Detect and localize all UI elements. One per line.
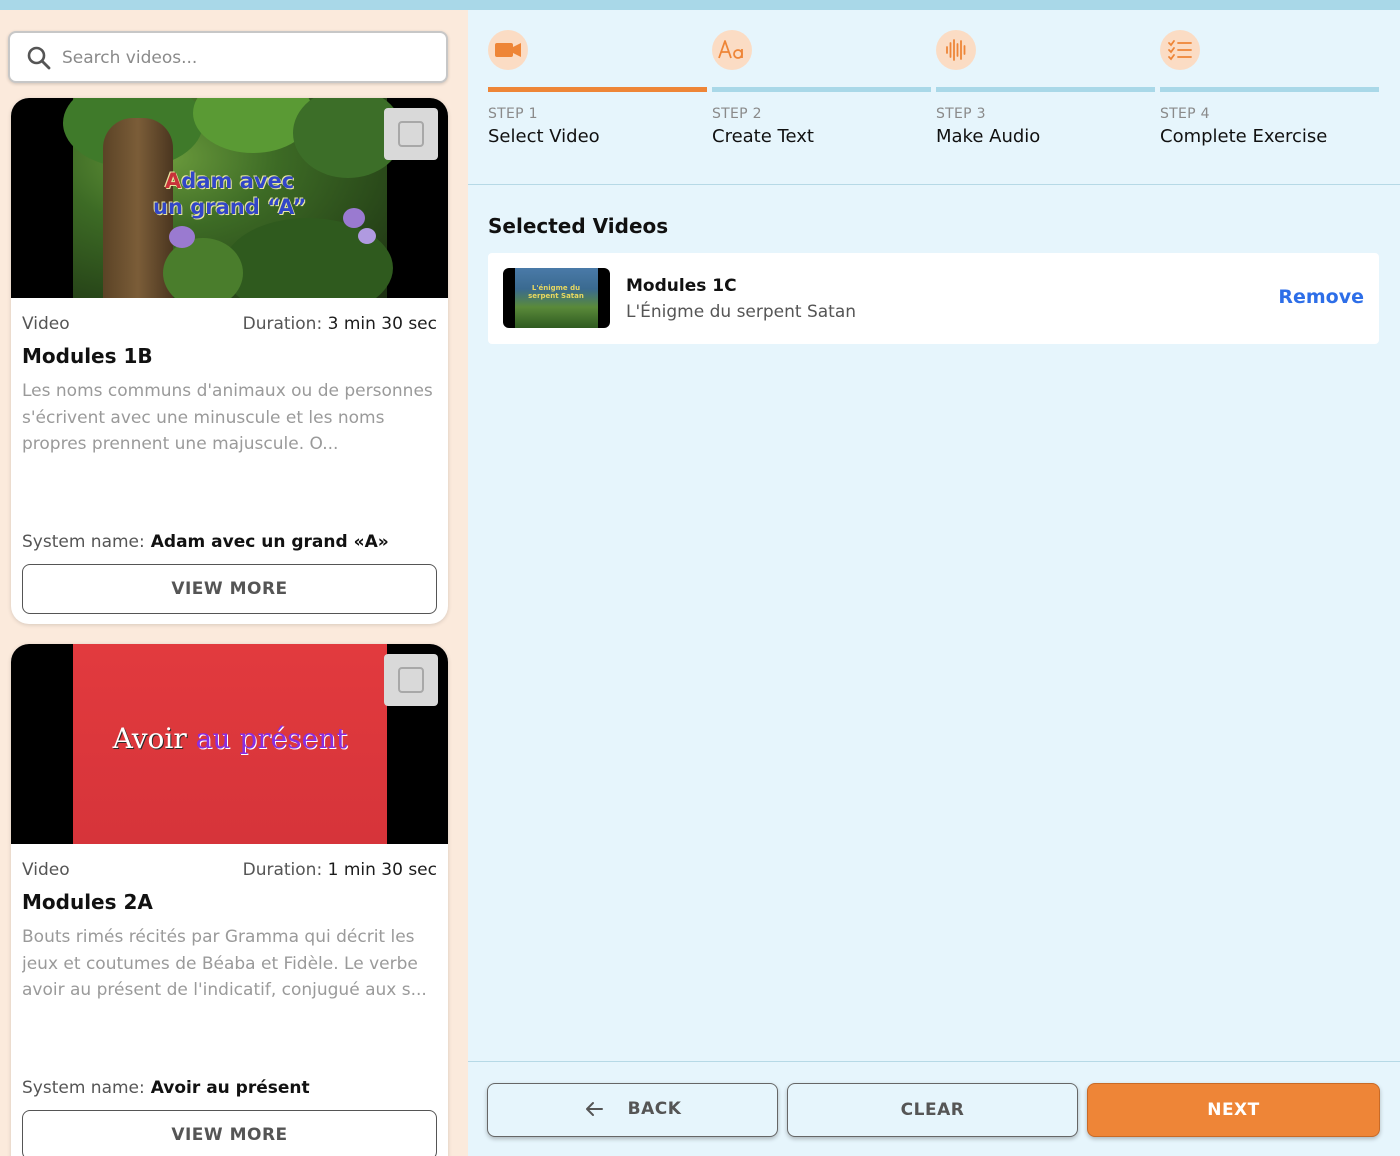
selected-video-thumbnail: L'énigme du serpent Satan <box>503 268 610 328</box>
step-number: STEP 1 <box>488 106 538 122</box>
video-thumbnail[interactable]: Avoir au présent <box>11 644 448 844</box>
step-label: Create Text <box>712 126 814 147</box>
video-type: Video <box>22 314 70 334</box>
checklist-icon <box>1168 40 1192 61</box>
step-progress-bar <box>936 87 1155 92</box>
search-input[interactable] <box>62 41 432 75</box>
video-meta: Video Duration: 3 min 30 sec <box>22 314 437 334</box>
select-checkbox[interactable] <box>384 654 438 706</box>
back-button[interactable]: BACK <box>487 1083 778 1137</box>
step-progress-bar <box>1160 87 1379 92</box>
video-meta: Video Duration: 1 min 30 sec <box>22 860 437 880</box>
video-thumbnail[interactable]: Adam avec un grand “A” <box>11 98 448 298</box>
video-title: Modules 1B <box>22 344 153 368</box>
audio-waveform-icon <box>946 39 966 61</box>
back-label: BACK <box>627 1098 682 1119</box>
search-box[interactable] <box>8 31 448 83</box>
wizard-footer: BACK CLEAR NEXT <box>468 1061 1400 1156</box>
video-card: Avoir au présent Video Duration: 1 min 3… <box>11 644 448 1156</box>
top-accent-bar <box>0 0 1400 10</box>
selected-videos-heading: Selected Videos <box>488 214 669 238</box>
step-label: Complete Exercise <box>1160 126 1328 147</box>
system-name: System name: Adam avec un grand «A» <box>22 532 389 552</box>
step-number: STEP 3 <box>936 106 986 122</box>
video-card: Adam avec un grand “A” Video Duration: 3 … <box>11 98 448 624</box>
thumbnail-title: Adam avec un grand “A” <box>153 169 307 219</box>
step-number: STEP 2 <box>712 106 762 122</box>
step-number: STEP 4 <box>1160 106 1210 122</box>
step-progress-bar <box>488 87 707 92</box>
search-icon <box>27 46 51 70</box>
video-description: Bouts rimés récités par Gramma qui décri… <box>22 927 427 1000</box>
step-label: Make Audio <box>936 126 1041 147</box>
text-aa-icon <box>718 40 743 59</box>
view-more-button[interactable]: VIEW MORE <box>22 564 437 614</box>
video-duration: Duration: 1 min 30 sec <box>242 860 437 880</box>
selected-video-subtitle: L'Énigme du serpent Satan <box>626 302 857 322</box>
video-title: Modules 2A <box>22 890 153 914</box>
arrow-left-icon <box>585 1101 603 1116</box>
video-type: Video <box>22 860 70 880</box>
thumbnail-title: Avoir au présent <box>112 722 348 755</box>
system-name: System name: Avoir au présent <box>22 1078 310 1098</box>
thumbnail-art: Adam avec un grand “A” <box>63 98 403 298</box>
thumbnail-art: Avoir au présent <box>73 644 387 844</box>
view-more-button[interactable]: VIEW MORE <box>22 1110 437 1156</box>
select-checkbox[interactable] <box>384 108 438 160</box>
video-description: Les noms communs d'animaux ou de personn… <box>22 381 433 454</box>
video-library-panel[interactable]: Adam avecun grand “A” Video Duration: 3 … <box>0 10 468 1156</box>
video-camera-icon <box>495 43 521 57</box>
video-duration: Duration: 3 min 30 sec <box>242 314 437 334</box>
selected-video-item: L'énigme du serpent Satan Modules 1C L'É… <box>488 253 1379 344</box>
next-button[interactable]: NEXT <box>1087 1083 1380 1137</box>
step-progress-bar <box>712 87 931 92</box>
clear-button[interactable]: CLEAR <box>787 1083 1078 1137</box>
step-label: Select Video <box>488 126 600 147</box>
remove-button[interactable]: Remove <box>1278 286 1364 308</box>
selected-video-title: Modules 1C <box>626 276 737 296</box>
stepper: STEP 1 Select Video STEP 2 Create Text S… <box>468 10 1400 185</box>
